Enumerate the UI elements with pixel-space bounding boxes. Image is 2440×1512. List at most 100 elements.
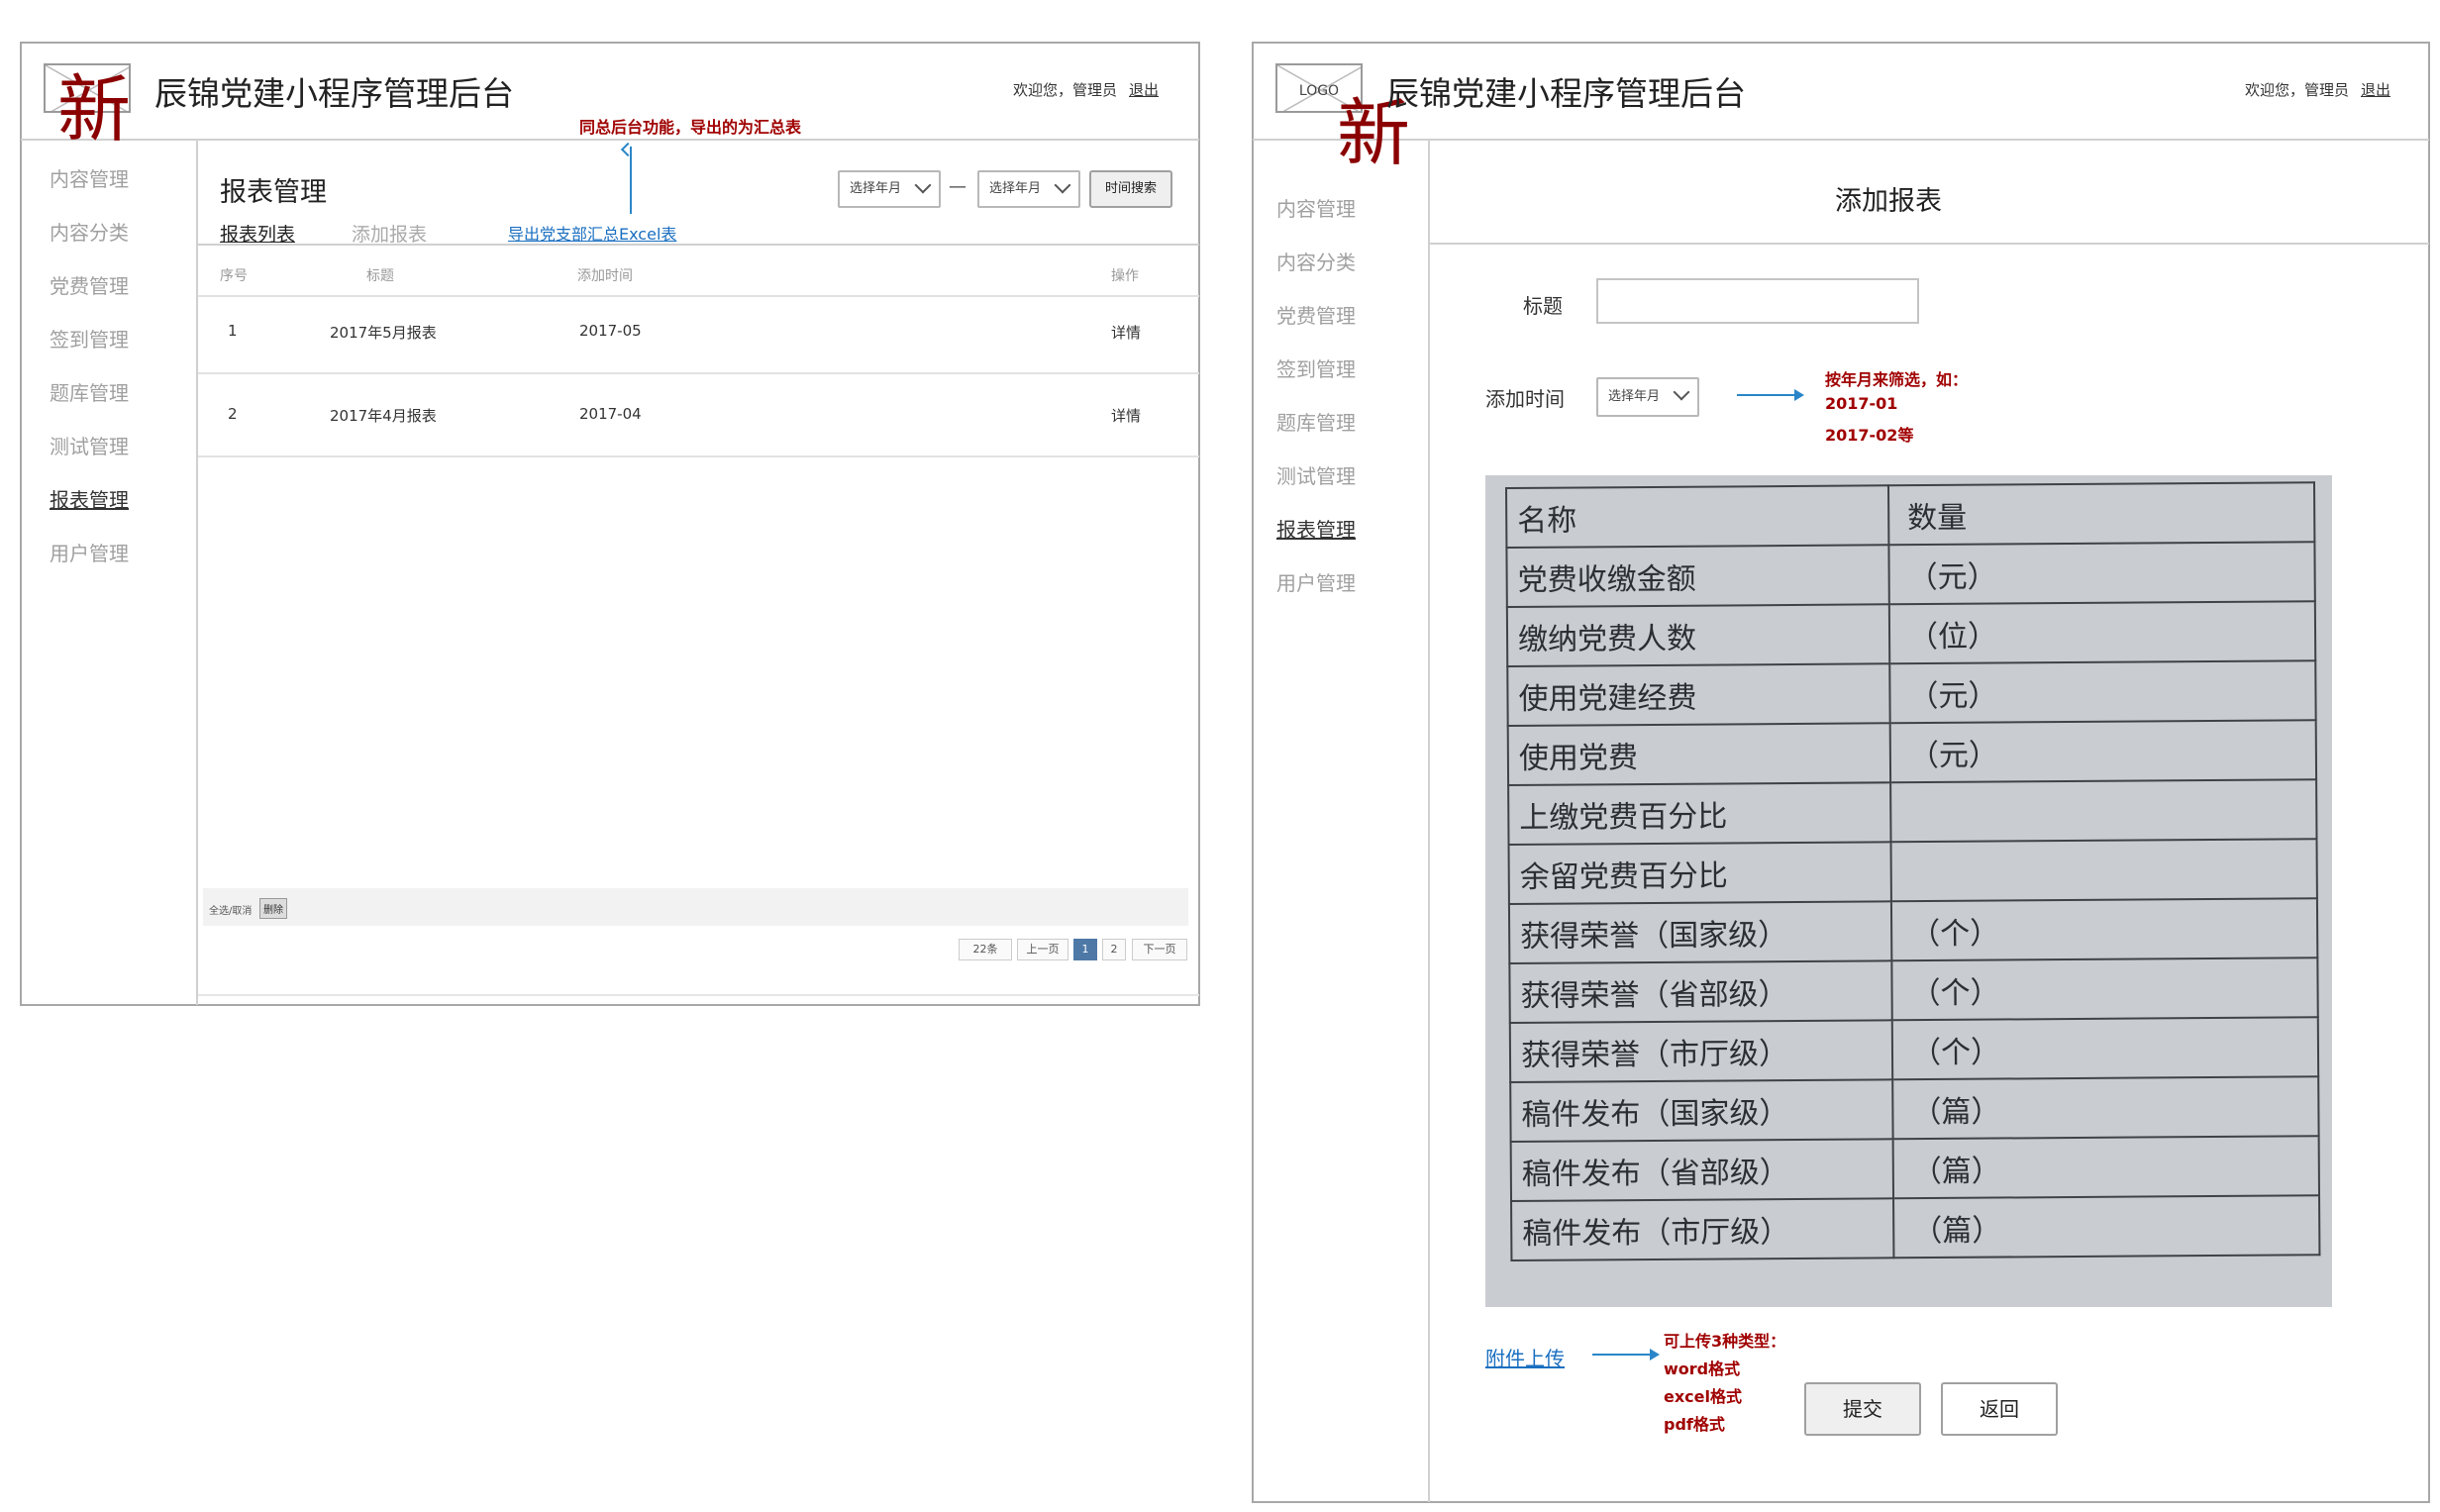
photo-cell <box>1890 779 2317 843</box>
back-button[interactable]: 返回 <box>1941 1382 2058 1436</box>
new-badge: 新 <box>57 67 131 152</box>
date-from-select[interactable]: 选择年月 <box>838 170 941 208</box>
photo-table-row: 获得荣誉（省部级） （个） <box>1509 958 2318 1023</box>
logout-link[interactable]: 退出 <box>1129 81 1159 99</box>
photo-cell: （位） <box>1888 601 2316 664</box>
sidebar-item-users[interactable]: 用户管理 <box>1276 567 1356 596</box>
bulk-action-bar <box>203 888 1188 926</box>
column-header-time: 添加时间 <box>577 268 633 284</box>
logout-link[interactable]: 退出 <box>2361 81 2390 99</box>
pagination-page-1[interactable]: 1 <box>1073 939 1097 960</box>
table-top-divider <box>198 244 1199 246</box>
photo-cell: （篇） <box>1892 1136 2320 1199</box>
row-title: 2017年4月报表 <box>330 407 437 425</box>
report-template-photo: 名称 数量 党费收缴金额 （元） 缴纳党费人数 （位） 使用党建经费 （元） 使用党费（… <box>1485 475 2332 1307</box>
delete-button[interactable]: 删除 <box>259 898 287 919</box>
photo-cell: 数量 <box>1887 482 2315 546</box>
sidebar-item-content[interactable]: 内容管理 <box>1276 193 1356 222</box>
pagination-total: 22条 <box>959 939 1012 960</box>
photo-cell: （篇） <box>1893 1195 2320 1259</box>
filter-note-3: 2017-02等 <box>1825 426 1914 445</box>
export-excel-link[interactable]: 导出党支部汇总Excel表 <box>508 221 676 245</box>
photo-cell <box>1890 839 2317 902</box>
sidebar-item-reports[interactable]: 报表管理 <box>1276 514 1356 543</box>
month-select[interactable]: 选择年月 <box>1596 377 1699 417</box>
sidebar-item-questions[interactable]: 题库管理 <box>1276 407 1356 436</box>
export-note-arrow-icon <box>630 147 632 214</box>
left-sidebar-divider <box>196 140 198 1005</box>
attachment-upload-link[interactable]: 附件上传 <box>1485 1343 1565 1371</box>
sidebar-item-tests[interactable]: 测试管理 <box>50 431 129 459</box>
photo-cell: （元） <box>1889 720 2317 783</box>
right-sidebar-divider <box>1428 140 1430 1502</box>
photo-table-row: 党费收缴金额 （元） <box>1506 542 2315 607</box>
row-no: 1 <box>228 322 238 340</box>
row-detail-link[interactable]: 详情 <box>1111 322 1141 343</box>
photo-cell: 余留党费百分比 <box>1508 842 1891 904</box>
upload-note-1: 可上传3种类型： <box>1664 1332 1786 1351</box>
photo-table-row: 稿件发布（国家级） （篇） <box>1510 1076 2319 1142</box>
arrow-head-icon <box>1650 1349 1660 1361</box>
photo-table-row: 使用党建经费 （元） <box>1507 660 2316 726</box>
column-header-action: 操作 <box>1111 268 1139 284</box>
page-title: 报表管理 <box>220 177 327 208</box>
select-all-toggle[interactable]: 全选/取消 <box>209 902 252 917</box>
user-info: 欢迎您，管理员 退出 <box>2245 79 2390 100</box>
title-input[interactable] <box>1596 278 1919 324</box>
tab-add-report[interactable]: 添加报表 <box>352 220 427 247</box>
arrow-head-icon <box>1794 389 1804 401</box>
photo-cell: 上缴党费百分比 <box>1508 782 1891 845</box>
sidebar-item-checkin[interactable]: 签到管理 <box>50 324 129 353</box>
table-header-divider <box>198 295 1199 297</box>
pagination-prev[interactable]: 上一页 <box>1017 939 1068 960</box>
app-title: 辰锦党建小程序管理后台 <box>154 74 514 113</box>
photo-cell: 稿件发布（市厅级） <box>1511 1198 1894 1260</box>
submit-button[interactable]: 提交 <box>1804 1382 1921 1436</box>
export-note: 同总后台功能，导出的为汇总表 <box>579 118 802 137</box>
row-time: 2017-05 <box>579 322 642 340</box>
upload-note-4: pdf格式 <box>1664 1415 1725 1434</box>
sidebar-item-content[interactable]: 内容管理 <box>50 163 129 192</box>
date-from-value: 选择年月 <box>850 181 902 196</box>
time-search-button[interactable]: 时间搜索 <box>1089 170 1172 208</box>
photo-cell: 名称 <box>1506 485 1889 548</box>
row-divider <box>198 372 1199 374</box>
photo-cell: 稿件发布（省部级） <box>1510 1139 1894 1201</box>
tab-report-list[interactable]: 报表列表 <box>220 220 295 247</box>
row-detail-link[interactable]: 详情 <box>1111 405 1141 426</box>
chevron-down-icon <box>1673 383 1690 401</box>
photo-cell: 党费收缴金额 <box>1506 545 1889 607</box>
date-range-dash: — <box>949 176 966 197</box>
filter-note-2: 2017-01 <box>1825 394 1898 413</box>
chevron-down-icon <box>914 176 932 194</box>
sidebar-item-tests[interactable]: 测试管理 <box>1276 460 1356 489</box>
chevron-down-icon <box>1054 176 1071 194</box>
page-title: 添加报表 <box>1835 186 1942 217</box>
photo-table-row: 余留党费百分比 <box>1508 839 2317 904</box>
sidebar-item-questions[interactable]: 题库管理 <box>50 377 129 406</box>
pagination-page-2[interactable]: 2 <box>1102 939 1126 960</box>
photo-table-row: 获得荣誉（市厅级） （个） <box>1509 1017 2319 1082</box>
sidebar-item-reports[interactable]: 报表管理 <box>50 484 129 513</box>
app-title: 辰锦党建小程序管理后台 <box>1386 74 1746 113</box>
left-footer-divider <box>198 994 1199 996</box>
sidebar-item-category[interactable]: 内容分类 <box>50 217 129 246</box>
sidebar-item-checkin[interactable]: 签到管理 <box>1276 353 1356 382</box>
sidebar-item-fees[interactable]: 党费管理 <box>50 270 129 299</box>
welcome-text: 欢迎您，管理员 <box>1013 81 1118 99</box>
photo-table-row: 缴纳党费人数 （位） <box>1506 601 2316 666</box>
photo-table-row: 上缴党费百分比 <box>1508 779 2317 845</box>
column-header-no: 序号 <box>220 268 248 284</box>
photo-cell: （个） <box>1891 1017 2319 1080</box>
welcome-text: 欢迎您，管理员 <box>2245 81 2350 99</box>
photo-cell: （个） <box>1891 958 2318 1021</box>
pagination-next[interactable]: 下一页 <box>1132 939 1187 960</box>
sidebar-item-fees[interactable]: 党费管理 <box>1276 300 1356 329</box>
photo-cell: 获得荣誉（国家级） <box>1508 901 1892 963</box>
photo-table-row: 稿件发布（省部级） （篇） <box>1510 1136 2320 1201</box>
sidebar-item-users[interactable]: 用户管理 <box>50 538 129 566</box>
photo-cell: 稿件发布（国家级） <box>1510 1079 1893 1142</box>
sidebar-item-category[interactable]: 内容分类 <box>1276 247 1356 275</box>
date-to-select[interactable]: 选择年月 <box>977 170 1080 208</box>
row-no: 2 <box>228 405 238 423</box>
